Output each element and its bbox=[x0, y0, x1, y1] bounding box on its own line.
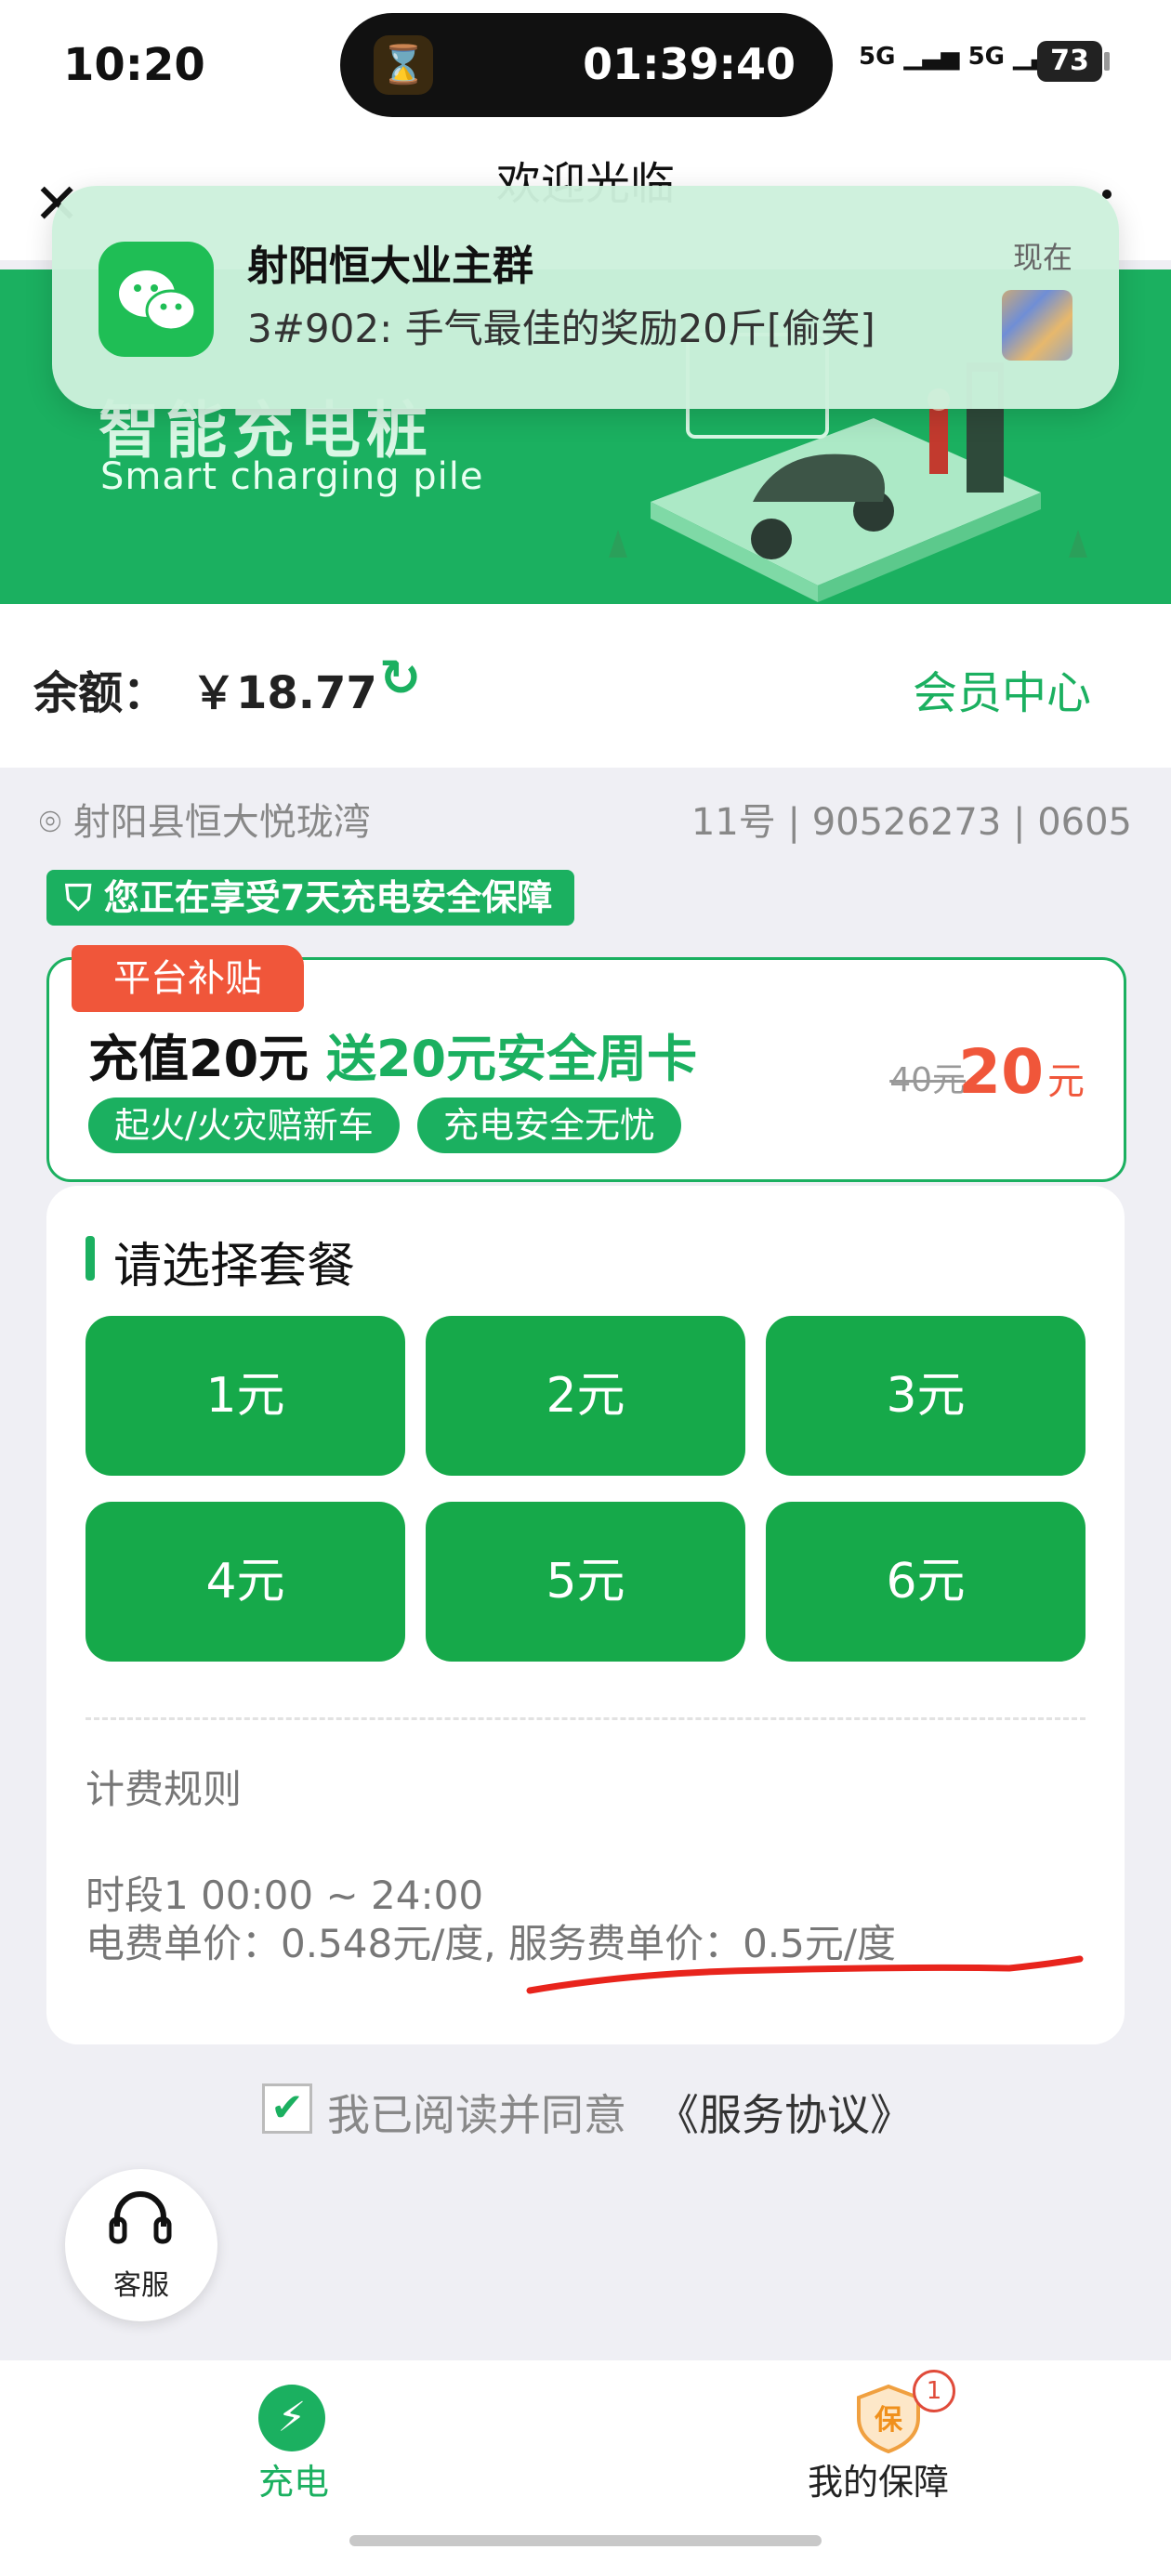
dashed-divider bbox=[86, 1717, 1085, 1720]
notification-time: 现在 bbox=[1012, 240, 1072, 275]
agreement-checkbox[interactable]: ✔ bbox=[262, 2083, 312, 2134]
red-handwritten-underline bbox=[526, 1955, 1084, 1994]
package-option-2[interactable]: 2元 bbox=[426, 1316, 745, 1476]
notification-title: 射阳恒大业主群 bbox=[247, 243, 533, 290]
customer-service-label: 客服 bbox=[113, 2269, 169, 2302]
balance-value: ￥18.77 bbox=[191, 667, 377, 719]
promo-chip-fire: 起火/火灾赔新车 bbox=[88, 1097, 400, 1153]
billing-rule-title: 计费规则 bbox=[86, 1767, 243, 1812]
service-agreement-link[interactable]: 《服务协议》 bbox=[656, 2082, 913, 2143]
package-option-4[interactable]: 4元 bbox=[86, 1502, 405, 1662]
battery-tip bbox=[1104, 52, 1110, 71]
promo-title-main: 充值20元 bbox=[88, 1030, 309, 1088]
promo-title: 充值20元 送20元安全周卡 bbox=[88, 1018, 697, 1091]
tab-charge[interactable]: 充电 bbox=[258, 2453, 329, 2504]
station-location-text: 射阳县恒大悦珑湾 bbox=[72, 801, 371, 844]
package-option-6[interactable]: 6元 bbox=[766, 1502, 1085, 1662]
location-pin-icon: ⌾ bbox=[39, 801, 61, 844]
package-option-5[interactable]: 5元 bbox=[426, 1502, 745, 1662]
promo-title-highlight: 送20元安全周卡 bbox=[309, 1030, 698, 1088]
status-bar: 10:20 ⌛ 01:39:40 5G ▁▃▅ 5G ▁▃▅ ◠ 73 bbox=[0, 0, 1171, 139]
package-title: 请选择套餐 bbox=[113, 1239, 356, 1295]
dynamic-island[interactable]: ⌛ 01:39:40 bbox=[340, 13, 833, 117]
section-accent-bar bbox=[86, 1236, 95, 1281]
promo-price-unit: 元 bbox=[1047, 1060, 1085, 1103]
banner-subtitle: Smart charging pile bbox=[100, 455, 484, 498]
notification-badge: 1 bbox=[913, 2370, 955, 2412]
refresh-icon[interactable]: ↻ bbox=[379, 649, 421, 707]
original-price: 40元 bbox=[889, 1061, 966, 1099]
shield-tab-icon-text: 保 bbox=[875, 2404, 903, 2437]
lightning-icon[interactable]: ⚡ bbox=[258, 2385, 325, 2451]
promo-card[interactable]: 平台补贴 充值20元 送20元安全周卡 起火/火灾赔新车 充电安全无忧 40元 … bbox=[46, 945, 1126, 1182]
promo-price: 20 bbox=[958, 1036, 1044, 1108]
promo-chip-safety: 充电安全无忧 bbox=[417, 1097, 682, 1153]
timer-readout: 01:39:40 bbox=[583, 39, 796, 89]
balance-bar: 余额： ￥18.77 ↻ 会员中心 bbox=[0, 604, 1171, 768]
balance-label: 余额： bbox=[33, 667, 168, 719]
signal-5g-label-2: 5G bbox=[967, 43, 1005, 71]
customer-service-button[interactable]: 客服 bbox=[65, 2169, 217, 2321]
headset-icon bbox=[109, 2191, 172, 2244]
notification-body: 3#902: 手气最佳的奖励20斤[偷笑] bbox=[247, 306, 875, 351]
clock: 10:20 bbox=[63, 39, 205, 91]
guarantee-badge[interactable]: ⛉ 您正在享受7天充电安全保障 bbox=[46, 870, 575, 926]
battery-icon: 73 bbox=[1037, 41, 1102, 82]
signal-5g-label-1: 5G bbox=[859, 43, 896, 71]
station-ids: 11号 | 90526273 | 0605 bbox=[691, 801, 1132, 844]
package-card: 请选择套餐 1元 2元 3元 4元 5元 6元 计费规则 时段1 00:00 ~… bbox=[46, 1186, 1125, 2044]
home-indicator[interactable] bbox=[349, 2535, 822, 2546]
agreement-text: 我已阅读并同意 bbox=[327, 2090, 626, 2140]
member-center-link[interactable]: 会员中心 bbox=[913, 656, 1091, 721]
hourglass-icon: ⌛ bbox=[374, 35, 433, 95]
package-option-3[interactable]: 3元 bbox=[766, 1316, 1085, 1476]
wechat-icon bbox=[99, 242, 214, 357]
group-avatar-thumbnail bbox=[1002, 290, 1072, 361]
package-option-1[interactable]: 1元 bbox=[86, 1316, 405, 1476]
guarantee-badge-text: 您正在享受7天充电安全保障 bbox=[103, 877, 553, 918]
station-location: ⌾ 射阳县恒大悦珑湾 bbox=[39, 792, 371, 846]
shield-icon: ⛉ bbox=[65, 877, 92, 918]
tab-my-guarantee[interactable]: 我的保障 bbox=[781, 2453, 976, 2504]
signal-bars-icon: ▁▃▅ bbox=[903, 43, 960, 71]
subsidy-tag: 平台补贴 bbox=[72, 945, 304, 1012]
wechat-notification[interactable]: 射阳恒大业主群 3#902: 手气最佳的奖励20斤[偷笑] 现在 bbox=[52, 186, 1119, 409]
